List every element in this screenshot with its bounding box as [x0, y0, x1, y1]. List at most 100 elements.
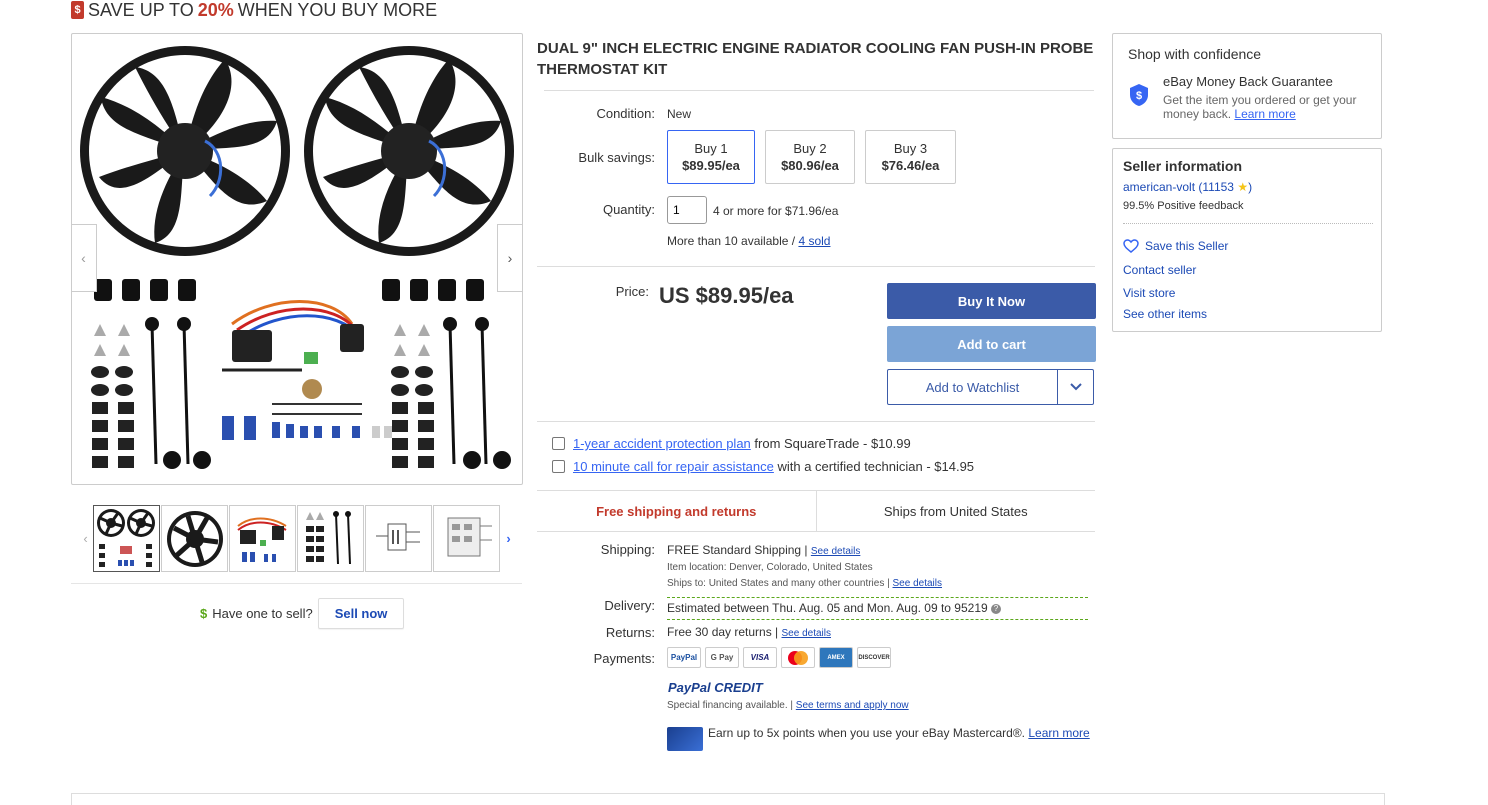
bulk-label: Bulk savings: [578, 150, 655, 165]
sold-link[interactable]: 4 sold [798, 234, 830, 248]
save-seller-row[interactable]: Save this Seller [1123, 239, 1228, 253]
sell-prompt: Have one to sell? [212, 606, 313, 621]
divider [544, 90, 1094, 91]
guarantee-text-row: Get the item you ordered or get your mon… [1163, 93, 1357, 121]
chevron-right-icon: › [507, 250, 513, 266]
paypal-icon: PayPal [667, 647, 701, 668]
mastercard-icon [781, 647, 815, 668]
quantity-label: Quantity: [602, 202, 655, 217]
quantity-deal: 4 or more for $71.96/ea [713, 204, 839, 218]
condition-value: New [667, 107, 692, 121]
seller-information-card: Seller information american-volt (11153 … [1112, 148, 1382, 332]
promo-banner: $ SAVE UP TO 20% WHEN YOU BUY MORE [71, 0, 437, 20]
returns-details-link[interactable]: See details [782, 628, 831, 639]
returns-label: Returns: [605, 625, 655, 640]
svg-text:$: $ [1136, 90, 1142, 102]
protection-plan-link[interactable]: 1-year accident protection plan [573, 436, 751, 451]
add-to-watchlist-button[interactable]: Add to Watchlist [887, 369, 1058, 405]
delivery-estimate: Estimated between Thu. Aug. 05 and Mon. … [667, 597, 1088, 620]
divider [537, 421, 1095, 422]
availability-row: More than 10 available / 4 sold [667, 234, 830, 248]
thumbnail[interactable] [93, 504, 160, 572]
tab-ships-from[interactable]: Ships from United States [817, 491, 1096, 531]
star-icon: ★ [1237, 180, 1249, 194]
shipping-label: Shipping: [600, 542, 655, 557]
seller-feedback: 99.5% Positive feedback [1123, 200, 1244, 212]
thumbnail[interactable] [297, 504, 364, 572]
price-label: Price: [615, 284, 649, 299]
ebay-mastercard-card-icon [667, 727, 703, 751]
amex-icon: AMEX [819, 647, 853, 668]
item-location: Item location: Denver, Colorado, United … [667, 562, 873, 573]
product-title: DUAL 9" INCH ELECTRIC ENGINE RADIATOR CO… [537, 40, 1094, 78]
ships-to-row: Ships to: United States and many other c… [667, 578, 942, 589]
thumbnail[interactable] [161, 504, 228, 572]
financing-terms-link[interactable]: See terms and apply now [796, 700, 909, 711]
seller-name-link[interactable]: american-volt [1123, 180, 1195, 194]
protection-plan-checkbox[interactable] [552, 437, 565, 450]
bulk-option-3[interactable]: Buy 3 $76.46/ea [865, 130, 956, 184]
google-pay-icon: G Pay [705, 647, 739, 668]
promo-suffix: WHEN YOU BUY MORE [237, 0, 438, 20]
thumbnail[interactable] [229, 504, 296, 572]
bulk-option-1[interactable]: Buy 1 $89.95/ea [667, 130, 755, 184]
delivery-label: Delivery: [604, 598, 655, 613]
repair-call-checkbox[interactable] [552, 460, 565, 473]
seller-title: Seller information [1123, 158, 1243, 174]
help-icon[interactable]: ? [991, 603, 1002, 614]
mastercard-learn-more-link[interactable]: Learn more [1028, 726, 1089, 740]
payments-label: Payments: [593, 651, 655, 666]
tab-free-shipping[interactable]: Free shipping and returns [537, 491, 817, 531]
condition-label: Condition: [596, 106, 655, 121]
seller-name-row: american-volt (11153 ★) [1123, 180, 1253, 194]
price-tag-icon: $ [71, 1, 84, 19]
visit-store-link[interactable]: Visit store [1123, 286, 1175, 300]
chevron-down-icon [1069, 383, 1082, 391]
guarantee-learn-more-link[interactable]: Learn more [1234, 107, 1295, 121]
dollar-icon: $ [200, 606, 208, 621]
promo-percent: 20% [197, 0, 234, 20]
lower-section-box [71, 793, 1385, 805]
repair-call-link[interactable]: 10 minute call for repair assistance [573, 459, 774, 474]
fan-kit-image [80, 46, 514, 469]
sell-now-button[interactable]: Sell now [317, 598, 405, 629]
payment-methods: PayPal G Pay VISA AMEX DISCOVER [667, 647, 891, 668]
returns-row: Free 30 day returns | See details [667, 625, 831, 639]
addon-repair-call: 10 minute call for repair assistance wit… [552, 459, 974, 474]
add-to-cart-button[interactable]: Add to cart [887, 326, 1096, 362]
ships-to-details-link[interactable]: See details [893, 578, 942, 589]
guarantee-title: eBay Money Back Guarantee [1163, 74, 1333, 89]
shipping-details-link[interactable]: See details [811, 546, 860, 557]
contact-seller-link[interactable]: Contact seller [1123, 263, 1196, 277]
see-other-items-link[interactable]: See other items [1123, 307, 1207, 321]
availability-text: More than 10 available / [667, 234, 796, 248]
financing-row: Special financing available. | See terms… [667, 700, 909, 711]
divider [71, 583, 522, 584]
promo-prefix: SAVE UP TO [88, 0, 194, 20]
price-value: US $89.95/ea [659, 283, 794, 308]
shipping-value-row: FREE Standard Shipping | See details [667, 543, 861, 557]
thumbnail-strip: ‹ › [78, 504, 518, 572]
main-product-image[interactable]: ‹ › [71, 33, 523, 485]
addon-protection-plan: 1-year accident protection plan from Squ… [552, 436, 911, 451]
shop-with-confidence-card: Shop with confidence $ eBay Money Back G… [1112, 33, 1382, 139]
quantity-input[interactable] [667, 196, 707, 224]
next-image-button[interactable]: › [497, 224, 522, 292]
heart-icon [1123, 239, 1139, 253]
bulk-option-2[interactable]: Buy 2 $80.96/ea [765, 130, 855, 184]
mastercard-promo: Earn up to 5x points when you use your e… [708, 726, 1090, 740]
shield-icon: $ [1130, 84, 1148, 106]
paypal-credit-logo: PayPal CREDIT [668, 680, 763, 695]
sell-one-row: $ Have one to sell? Sell now [200, 598, 405, 629]
divider [537, 266, 1095, 267]
chevron-left-icon: ‹ [81, 250, 86, 266]
thumbs-prev-icon[interactable]: ‹ [78, 531, 93, 546]
buy-it-now-button[interactable]: Buy It Now [887, 283, 1096, 319]
save-seller-link: Save this Seller [1145, 239, 1229, 253]
thumbnail[interactable] [433, 504, 500, 572]
prev-image-button[interactable]: ‹ [72, 224, 97, 292]
watchlist-dropdown-button[interactable] [1057, 369, 1094, 405]
thumbnail[interactable] [365, 504, 432, 572]
visa-icon: VISA [743, 647, 777, 668]
thumbs-next-icon[interactable]: › [501, 531, 516, 546]
